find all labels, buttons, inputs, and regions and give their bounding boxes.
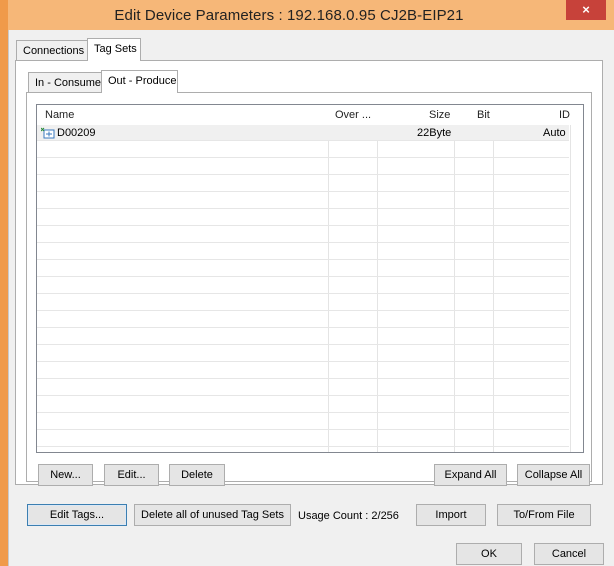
list-item — [37, 295, 569, 311]
to-from-file-button[interactable]: To/From File — [497, 504, 591, 526]
list-item — [37, 159, 569, 175]
tab-out-produce[interactable]: Out - Produce — [101, 70, 178, 93]
tab-in-consume[interactable]: In - Consume — [28, 72, 102, 93]
list-item — [37, 278, 569, 294]
list-item — [37, 397, 569, 413]
list-item — [37, 346, 569, 362]
title-bar[interactable]: Edit Device Parameters : 192.168.0.95 CJ… — [8, 0, 614, 30]
new-button[interactable]: New... — [38, 464, 93, 486]
list-item — [37, 193, 569, 209]
row-id: Auto — [543, 127, 566, 139]
list-item — [37, 261, 569, 277]
list-item — [37, 312, 569, 328]
column-divider — [570, 125, 571, 452]
tag-set-list[interactable]: Name Over ... Size Bit ID D00209 22Byte … — [36, 104, 584, 453]
tab-out-produce-label: Out - Produce — [108, 75, 177, 87]
usage-count: Usage Count : 2/256 — [298, 510, 399, 522]
list-item — [37, 176, 569, 192]
window-left-border — [0, 0, 8, 566]
window-title: Edit Device Parameters : 192.168.0.95 CJ… — [114, 7, 464, 24]
list-item — [37, 414, 569, 430]
column-header-name[interactable]: Name — [45, 105, 74, 125]
close-button[interactable]: × — [566, 0, 606, 20]
list-item — [37, 142, 569, 158]
column-header-bit[interactable]: Bit — [477, 105, 490, 125]
tag-set-icon[interactable] — [41, 127, 55, 139]
edit-button[interactable]: Edit... — [104, 464, 159, 486]
import-button[interactable]: Import — [416, 504, 486, 526]
edit-device-parameters-window: Edit Device Parameters : 192.168.0.95 CJ… — [0, 0, 614, 566]
column-header-size[interactable]: Size — [429, 105, 450, 125]
ok-button[interactable]: OK — [456, 543, 522, 565]
list-item — [37, 329, 569, 345]
column-header-id[interactable]: ID — [559, 105, 570, 125]
usage-count-value: 2/256 — [371, 510, 399, 522]
list-header: Name Over ... Size Bit ID — [37, 105, 583, 125]
tab-tag-sets[interactable]: Tag Sets — [87, 38, 141, 61]
list-item — [37, 431, 569, 447]
tab-in-consume-label: In - Consume — [35, 77, 102, 89]
delete-button[interactable]: Delete — [169, 464, 225, 486]
usage-count-label: Usage Count : — [298, 510, 369, 522]
tab-connections-label: Connections — [23, 45, 85, 57]
delete-unused-tag-sets-button[interactable]: Delete all of unused Tag Sets — [134, 504, 291, 526]
expand-all-button[interactable]: Expand All — [434, 464, 507, 486]
collapse-all-button[interactable]: Collapse All — [517, 464, 590, 486]
edit-tags-button[interactable]: Edit Tags... — [27, 504, 127, 526]
list-item — [37, 380, 569, 396]
list-item — [37, 210, 569, 226]
list-item — [37, 244, 569, 260]
column-header-over[interactable]: Over ... — [335, 105, 371, 125]
row-name: D00209 — [57, 127, 96, 139]
list-item — [37, 363, 569, 379]
tab-connections[interactable]: Connections — [16, 40, 88, 61]
tab-tag-sets-label: Tag Sets — [94, 43, 137, 55]
cancel-button[interactable]: Cancel — [534, 543, 604, 565]
list-item — [37, 227, 569, 243]
row-size: 22Byte — [417, 127, 452, 139]
table-row[interactable]: D00209 22Byte Auto — [37, 125, 569, 141]
